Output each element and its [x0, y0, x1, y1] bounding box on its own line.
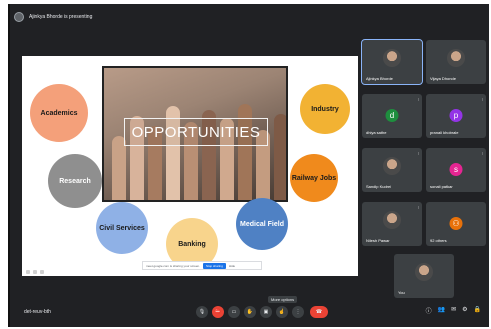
participant-tile-2[interactable]: ⫶ d dhiya sathe [362, 94, 422, 138]
bubble-academics: Academics [30, 84, 88, 142]
mic-button[interactable]: 🎙 [196, 306, 208, 318]
participant-name: dhiya sathe [366, 130, 387, 135]
participant-photo [383, 211, 401, 229]
mic-icon: ⫶ [418, 97, 419, 102]
participant-photo [415, 263, 433, 281]
presenting-text: Ajinkya Bhorde is presenting [29, 14, 93, 20]
meeting-code: det-reuv-bth [24, 309, 51, 315]
mic-icon: ⫶ [482, 97, 483, 102]
people-icon[interactable]: 👥 [438, 306, 445, 315]
participant-name: Vijaya Dhonde [430, 76, 456, 81]
more-options-button[interactable]: ⋮ [292, 306, 304, 318]
share-screen-notice: meet.google.com is sharing your screen. … [142, 261, 262, 270]
shared-slide: OPPORTUNITIES Academics Research Civil S… [22, 56, 358, 276]
others-avatar-icon: ⚇ [449, 217, 463, 230]
participant-avatar-letter: p [449, 109, 463, 122]
slide-control-2[interactable] [33, 270, 37, 274]
participant-tile-0[interactable]: Ajinkya Bhorde [361, 39, 423, 85]
participant-name: Ajinkya Bhorde [366, 76, 393, 81]
bubble-medical-field: Medical Field [236, 198, 288, 250]
right-controls: ⓘ 👥 ✉ ⚙ 🔒 [426, 306, 481, 315]
participant-name: You [398, 290, 405, 295]
slide-title: OPPORTUNITIES [124, 118, 268, 146]
mic-icon: ⫶ [482, 151, 483, 156]
raise-hand-button[interactable]: ✋ [244, 306, 256, 318]
activities-icon[interactable]: ⚙ [462, 306, 467, 315]
participant-tile-3[interactable]: ⫶ p pranali khobrale [426, 94, 486, 138]
participant-tile-5[interactable]: ⫶ s sonali patkar [426, 148, 486, 192]
stop-sharing-button[interactable]: Stop sharing [203, 262, 226, 269]
participant-tile-4[interactable]: ⫶ Sandip Kudrei [362, 148, 422, 192]
slide-controls [26, 270, 44, 274]
participant-photo [447, 49, 465, 67]
participant-tile-others[interactable]: ⚇ 92 others [426, 202, 486, 246]
hands-photo: OPPORTUNITIES [102, 66, 288, 202]
presenter-avatar [14, 12, 24, 22]
slide-control-3[interactable] [40, 270, 44, 274]
hide-button[interactable]: Hide [229, 264, 235, 268]
participant-name: sonali patkar [430, 184, 453, 189]
bubble-railway-jobs: Railway Jobs [290, 154, 338, 202]
participant-name: Sandip Kudrei [366, 184, 392, 189]
captions-button[interactable]: ▭ [228, 306, 240, 318]
slide-control-1[interactable] [26, 270, 30, 274]
participant-avatar-letter: d [385, 109, 399, 122]
mic-icon: ⫶ [418, 205, 419, 210]
participant-tile-you[interactable]: You [394, 254, 454, 298]
participant-photo [383, 157, 401, 175]
bubble-industry: Industry [300, 84, 350, 134]
bubble-civil-services: Civil Services [96, 202, 148, 254]
present-button[interactable]: ▣ [260, 306, 272, 318]
participant-tile-6[interactable]: ⫶ Nilesh Pawar [362, 202, 422, 246]
participant-avatar-letter: s [449, 163, 463, 176]
chat-icon[interactable]: ✉ [451, 306, 456, 315]
participant-name: Nilesh Pawar [366, 238, 390, 243]
mic-icon: ⫶ [418, 151, 419, 156]
bubble-research: Research [48, 154, 102, 208]
info-icon[interactable]: ⓘ [426, 306, 432, 315]
end-call-button[interactable]: ☎ [310, 306, 328, 318]
bottom-toolbar: det-reuv-bth 🎙 ⛔ ▭ ✋ ▣ ☝ ⋮ ☎ ⓘ 👥 ✉ ⚙ 🔒 [10, 302, 489, 324]
participant-name: pranali khobrale [430, 130, 459, 135]
share-notice-text: meet.google.com is sharing your screen. [146, 263, 201, 268]
participant-photo [383, 49, 401, 67]
participant-name: 92 others [430, 238, 447, 243]
participant-tile-1[interactable]: Vijaya Dhonde [426, 40, 486, 84]
presenting-bar: Ajinkya Bhorde is presenting [14, 10, 484, 24]
lock-icon[interactable]: 🔒 [474, 306, 481, 315]
hand-icon-button[interactable]: ☝ [276, 306, 288, 318]
camera-off-button[interactable]: ⛔ [212, 306, 224, 318]
